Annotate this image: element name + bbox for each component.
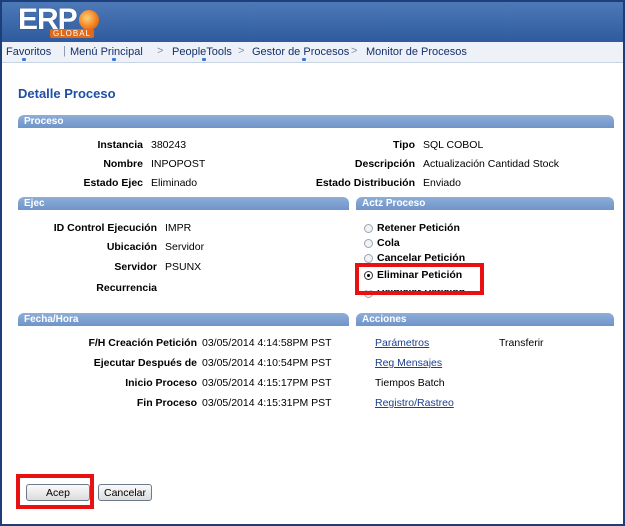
section-header-actz-proceso: Actz Proceso [356,197,614,210]
cancel-button[interactable]: Cancelar [98,484,152,501]
parametros-link[interactable]: Parámetros [375,337,429,349]
nombre-label: Nombre [103,158,143,170]
breadcrumb-gestor-procesos[interactable]: Gestor de Procesos [252,46,349,58]
fh-creacion-peticion-value: 03/05/2014 4:14:58PM PST [202,337,332,349]
radio-label: Eliminar Petición [377,269,463,281]
inicio-proceso-label: Inicio Proceso [125,377,197,389]
servidor-value: PSUNX [165,261,202,273]
radio-reiniciar-peticion[interactable]: Reiniciar Petición [364,290,465,298]
registro-rastreo-link[interactable]: Registro/Rastreo [375,397,454,409]
instancia-label: Instancia [97,139,143,151]
transferir-text: Transferir [499,337,544,349]
breadcrumb-menu-principal[interactable]: Menú Principal [70,46,143,58]
header-banner: ERP GLOBAL [2,2,623,42]
tipo-label: Tipo [393,139,415,151]
radio-retener-peticion[interactable]: Retener Petición [364,221,460,235]
ubicacion-value: Servidor [165,241,205,253]
section-header-ejec: Ejec [18,197,349,210]
ejecutar-despues-de-label: Ejecutar Después de [93,357,197,369]
radio-eliminar-peticion[interactable]: Eliminar Petición [364,268,462,282]
erp-global-logo: ERP GLOBAL [18,4,99,40]
section-header-proceso: Proceso [18,115,614,128]
descripcion-label: Descripción [354,158,415,170]
radio-cola[interactable]: Cola [364,236,400,250]
id-control-ejecucion-value: IMPR [165,222,192,234]
instancia-value: 380243 [151,139,187,151]
ejecutar-despues-de-value: 03/05/2014 4:10:54PM PST [202,357,332,369]
ubicacion-label: Ubicación [106,241,157,253]
breadcrumb-monitor-procesos[interactable]: Monitor de Procesos [366,46,467,58]
descripcion-value: Actualización Cantidad Stock [423,158,559,170]
fin-proceso-label: Fin Proceso [136,397,197,409]
nombre-value: INPOPOST [151,158,206,170]
app-window: ERP GLOBAL Favoritos | Menú Principal > … [0,0,625,526]
breadcrumb-chevron-icon: > [238,45,245,57]
section-header-acciones: Acciones [356,313,614,326]
fh-creacion-peticion-label: F/H Creación Petición [88,337,197,349]
estado-distribucion-value: Enviado [423,177,461,189]
radio-label: Retener Petición [377,222,460,234]
breadcrumb-peopletools[interactable]: PeopleTools [172,46,232,58]
dropdown-indicator-icon [302,58,306,61]
dropdown-indicator-icon [112,58,116,61]
reg-mensajes-link[interactable]: Reg Mensajes [375,357,442,369]
breadcrumb-separator: | [63,45,66,57]
estado-ejec-value: Eliminado [151,177,198,189]
recurrencia-label: Recurrencia [96,282,157,294]
accept-button[interactable]: Acep [26,484,90,501]
breadcrumb-chevron-icon: > [351,45,358,57]
radio-label: Cancelar Petición [377,252,466,264]
radio-button-selected-icon[interactable] [364,270,373,280]
dropdown-indicator-icon [22,58,26,61]
breadcrumb-favoritos[interactable]: Favoritos [6,46,51,58]
breadcrumb-chevron-icon: > [157,45,164,57]
id-control-ejecucion-label: ID Control Ejecución [53,222,157,234]
radio-label: Reiniciar Petición [377,290,466,298]
radio-label: Cola [377,237,400,249]
section-header-fecha-hora: Fecha/Hora [18,313,349,326]
fin-proceso-value: 03/05/2014 4:15:31PM PST [202,397,332,409]
tiempos-batch-text: Tiempos Batch [375,377,445,389]
estado-ejec-label: Estado Ejec [83,177,143,189]
servidor-label: Servidor [114,261,157,273]
radio-cancelar-peticion[interactable]: Cancelar Petición [364,252,465,264]
logo-subtext: GLOBAL [50,29,95,38]
inicio-proceso-value: 03/05/2014 4:15:17PM PST [202,377,332,389]
radio-button-icon[interactable] [364,223,373,233]
radio-button-icon[interactable] [364,290,373,298]
radio-button-icon[interactable] [364,254,373,263]
breadcrumb: Favoritos | Menú Principal > PeopleTools… [2,42,623,63]
radio-button-icon[interactable] [364,238,373,248]
dropdown-indicator-icon [202,58,206,61]
tipo-value: SQL COBOL [423,139,484,151]
page-title: Detalle Proceso [18,86,116,101]
logo-globe-icon [78,10,99,30]
estado-distribucion-label: Estado Distribución [315,177,415,189]
